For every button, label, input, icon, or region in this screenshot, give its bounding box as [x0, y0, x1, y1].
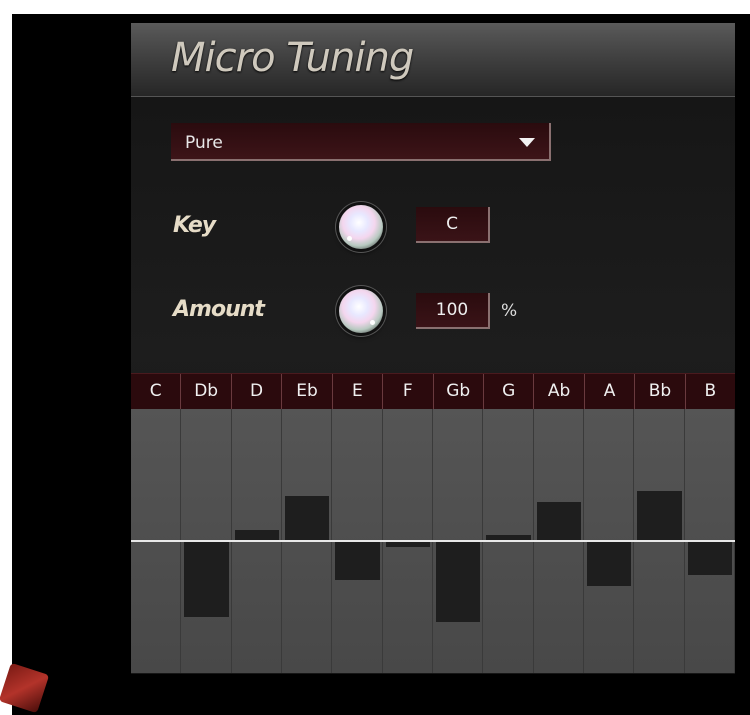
tuning-bar-bb — [637, 490, 682, 541]
amount-label: Amount — [173, 297, 265, 322]
key-knob[interactable] — [339, 205, 383, 249]
amount-unit: % — [501, 301, 518, 321]
tuning-bars-grid[interactable] — [131, 409, 735, 673]
note-label-bb: Bb — [635, 374, 686, 410]
tuning-bar-ab — [536, 501, 581, 541]
knob-indicator-dot — [347, 236, 352, 241]
tuning-bar-gb — [436, 541, 481, 623]
note-label-d: D — [232, 374, 283, 410]
tuning-bar-e — [335, 541, 380, 581]
zero-line — [131, 540, 735, 542]
key-label: Key — [173, 213, 216, 238]
note-label-db: Db — [181, 374, 232, 410]
note-label-e: E — [333, 374, 384, 410]
note-label-a: A — [585, 374, 636, 410]
window-top-edge — [0, 0, 750, 14]
knob-indicator-dot — [370, 320, 375, 325]
tuning-preset-value: Pure — [185, 133, 223, 153]
panel-header: Micro Tuning — [131, 23, 735, 97]
panel-title: Micro Tuning — [171, 35, 414, 81]
tuning-bar-db — [184, 541, 229, 617]
micro-tuning-panel: Micro Tuning Pure Key C Amount 100 % C Db… — [131, 23, 735, 674]
note-label-c: C — [131, 374, 182, 410]
note-header-row: C Db D Eb E F Gb G Ab A Bb B — [131, 373, 735, 410]
window-left-edge — [0, 0, 12, 715]
note-label-gb: Gb — [434, 374, 484, 410]
tuning-bar-b — [687, 541, 732, 575]
note-label-ab: Ab — [534, 374, 585, 410]
tuning-preset-dropdown[interactable]: Pure — [171, 123, 551, 161]
note-label-f: F — [383, 374, 434, 410]
chevron-down-icon — [519, 138, 535, 147]
amount-knob[interactable] — [339, 289, 383, 333]
note-label-g: G — [484, 374, 535, 410]
key-value-box[interactable]: C — [416, 207, 490, 243]
note-label-eb: Eb — [282, 374, 333, 410]
tuning-bar-eb — [285, 496, 330, 541]
tuning-bar-a — [587, 541, 632, 586]
note-label-b: B — [704, 381, 717, 401]
amount-value-box[interactable]: 100 — [416, 293, 490, 329]
